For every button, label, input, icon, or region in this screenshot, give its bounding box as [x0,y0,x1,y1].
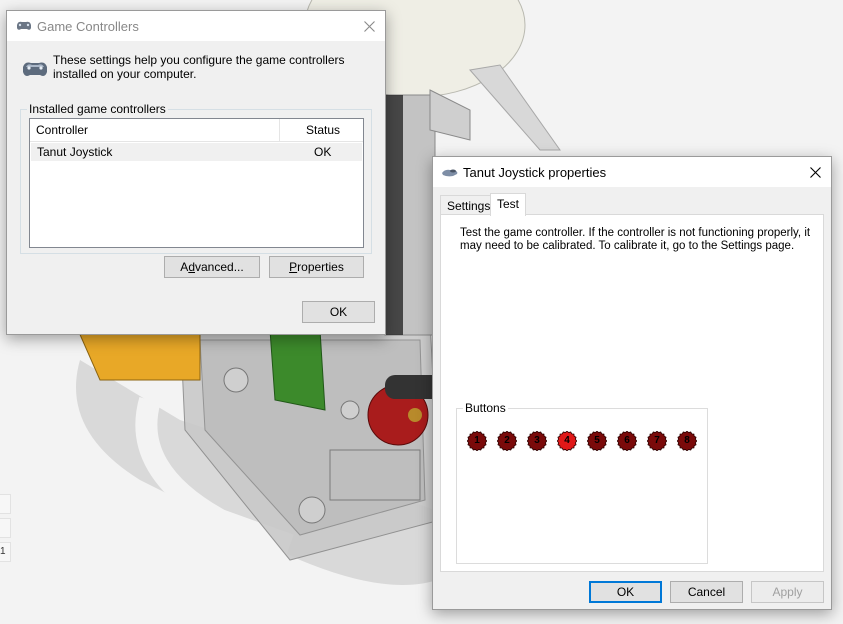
title-bar[interactable]: Game Controllers [7,11,385,41]
controller-status: OK [314,145,332,159]
button-indicator-label: 1 [474,435,480,446]
ok-button[interactable]: OK [302,301,375,323]
buttons-group: Buttons 1 2 3 4 5 6 7 8 [456,401,708,564]
controller-name: Tanut Joystick [37,145,113,159]
edge-tab[interactable] [0,518,11,538]
tab-settings[interactable]: Settings [440,195,498,216]
window-title: Game Controllers [37,19,139,34]
group-label: Installed game controllers [27,102,168,116]
apply-button: Apply [751,581,824,603]
close-icon [363,20,375,32]
edge-tab-label[interactable]: 1 [0,542,11,562]
game-controllers-window: Game Controllers These settings help you… [6,10,386,335]
controller-list[interactable]: Controller Status Tanut Joystick OK [29,118,364,248]
button-indicator-5: 5 [587,431,607,451]
advanced-button[interactable]: Advanced... [164,256,260,278]
gamepad-icon [23,62,47,76]
edge-tab[interactable] [0,494,11,514]
button-indicators: 1 2 3 4 5 6 7 8 [467,431,697,451]
intro-text: These settings help you configure the ga… [53,53,345,81]
joystick-icon [442,169,458,177]
test-description: Test the game controller. If the control… [460,227,811,252]
table-row[interactable]: Tanut Joystick OK [31,143,362,161]
column-header-controller[interactable]: Controller [30,119,276,141]
installed-controllers-group: Installed game controllers Controller St… [20,102,372,254]
button-indicator-3: 3 [527,431,547,451]
button-indicator-label: 3 [534,435,540,446]
button-indicator-7: 7 [647,431,667,451]
column-header-status[interactable]: Status [300,119,366,141]
button-indicator-8: 8 [677,431,697,451]
properties-button[interactable]: Properties [269,256,364,278]
button-indicator-label: 7 [654,435,660,446]
joystick-properties-window: Tanut Joystick properties Settings Test … [432,156,832,610]
test-tab-panel: Test the game controller. If the control… [440,214,824,572]
title-bar[interactable]: Tanut Joystick properties [433,157,831,187]
ok-button[interactable]: OK [589,581,662,603]
tab-test[interactable]: Test [490,193,527,216]
list-header: Controller Status [30,119,363,142]
button-indicator-6: 6 [617,431,637,451]
group-label: Buttons [463,401,508,415]
button-indicator-label: 8 [684,435,690,446]
gamepad-icon [17,21,31,30]
close-icon [809,166,821,178]
cancel-button[interactable]: Cancel [670,581,743,603]
button-indicator-2: 2 [497,431,517,451]
button-indicator-label: 2 [504,435,510,446]
close-button[interactable] [353,11,385,41]
button-indicator-4: 4 [557,431,577,451]
button-indicator-label: 4 [564,435,570,446]
button-indicator-label: 6 [624,435,630,446]
button-indicator-1: 1 [467,431,487,451]
window-title: Tanut Joystick properties [463,165,607,180]
button-indicator-label: 5 [594,435,600,446]
close-button[interactable] [799,157,831,187]
